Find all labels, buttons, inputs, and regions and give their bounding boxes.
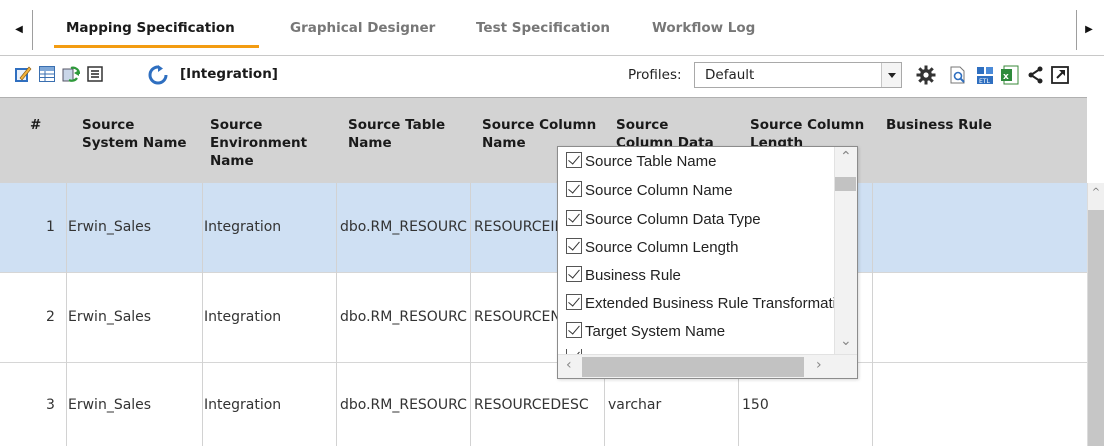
column-option-source-column-data-type[interactable]: Source Column Data Type bbox=[566, 210, 761, 231]
profiles-label: Profiles: bbox=[628, 67, 682, 83]
column-chooser-vscroll-thumb[interactable] bbox=[835, 177, 856, 191]
svg-text:ETL: ETL bbox=[979, 78, 990, 85]
scroll-right-icon[interactable]: › bbox=[816, 357, 822, 373]
column-option-source-column-name[interactable]: Source Column Name bbox=[566, 181, 733, 202]
tab-workflow-log[interactable]: Workflow Log bbox=[652, 20, 755, 36]
tab-scroll-right-icon[interactable]: ▶ bbox=[1082, 22, 1096, 38]
column-divider bbox=[872, 183, 873, 446]
toolbar: [Integration] Profiles: Default ETL x bbox=[0, 57, 1104, 97]
checkbox[interactable] bbox=[566, 181, 582, 198]
grid-scrollbar-thumb[interactable] bbox=[1088, 210, 1104, 446]
column-header-source-table-name[interactable]: Source Table Name bbox=[348, 116, 458, 152]
sync-icon[interactable] bbox=[62, 65, 80, 83]
column-chooser-hscroll-thumb[interactable] bbox=[582, 357, 804, 377]
column-divider bbox=[66, 183, 67, 446]
source-column-data-type-cell[interactable]: varchar bbox=[608, 397, 732, 413]
column-header-business-rule[interactable]: Business Rule bbox=[886, 116, 992, 134]
tab-bar: ◀ Mapping Specification Graphical Design… bbox=[0, 0, 1104, 56]
column-header-number[interactable]: # bbox=[30, 116, 41, 134]
tab-divider bbox=[32, 10, 33, 50]
share-icon[interactable] bbox=[1026, 65, 1046, 85]
etl-icon[interactable]: ETL bbox=[976, 65, 996, 85]
edit-icon[interactable] bbox=[14, 65, 32, 83]
row-number: 2 bbox=[46, 309, 55, 325]
scroll-up-icon[interactable]: ⌃ bbox=[840, 149, 852, 165]
scroll-left-icon[interactable]: ‹ bbox=[566, 357, 572, 373]
source-table-name-cell[interactable]: dbo.RM_RESOURC bbox=[340, 219, 472, 235]
checkbox[interactable] bbox=[566, 322, 582, 339]
column-header-source-system-name[interactable]: Source System Name bbox=[82, 116, 194, 152]
column-option-label: Extended Business Rule Transformatic bbox=[585, 295, 844, 312]
column-option-label: Source Table Name bbox=[585, 153, 717, 170]
source-table-name-cell[interactable]: dbo.RM_RESOURC bbox=[340, 397, 472, 413]
column-divider bbox=[470, 183, 471, 446]
source-system-name-cell[interactable]: Erwin_Sales bbox=[68, 309, 194, 325]
column-option-extended-business-rule[interactable]: Extended Business Rule Transformatic bbox=[566, 294, 844, 315]
column-divider bbox=[336, 183, 337, 446]
profiles-select[interactable]: Default bbox=[694, 62, 902, 88]
table-header: # Source System Name Source Environment … bbox=[0, 97, 1087, 183]
checkbox[interactable] bbox=[566, 266, 582, 283]
scroll-down-icon[interactable]: ⌄ bbox=[840, 333, 852, 349]
column-option-label: Business Rule bbox=[585, 267, 681, 284]
source-environment-name-cell[interactable]: Integration bbox=[204, 309, 330, 325]
checkbox[interactable] bbox=[566, 152, 582, 169]
tab-mapping-specification[interactable]: Mapping Specification bbox=[66, 20, 235, 36]
source-system-name-cell[interactable]: Erwin_Sales bbox=[68, 397, 194, 413]
tab-graphical-designer[interactable]: Graphical Designer bbox=[290, 20, 435, 36]
scope-label: [Integration] bbox=[180, 66, 278, 82]
row-number: 3 bbox=[46, 397, 55, 413]
table-row[interactable]: 1 Erwin_Sales Integration dbo.RM_RESOURC… bbox=[0, 183, 1087, 273]
column-option-label: Source Column Data Type bbox=[585, 211, 761, 228]
column-header-source-environment-name[interactable]: Source Environment Name bbox=[210, 116, 310, 170]
preview-icon[interactable] bbox=[948, 65, 968, 85]
column-option-source-table-name[interactable]: Source Table Name bbox=[566, 152, 717, 173]
source-column-length-cell[interactable]: 150 bbox=[742, 397, 866, 413]
column-option-source-column-length[interactable]: Source Column Length bbox=[566, 238, 739, 259]
tab-scroll-left-icon[interactable]: ◀ bbox=[12, 22, 26, 38]
column-option-label: Source Column Length bbox=[585, 239, 739, 256]
tab-divider bbox=[1076, 10, 1077, 50]
column-option-label: Source Column Name bbox=[585, 182, 733, 199]
excel-icon[interactable]: x bbox=[1000, 65, 1020, 85]
source-column-name-cell[interactable]: RESOURCEDESC bbox=[474, 397, 598, 413]
source-table-name-cell[interactable]: dbo.RM_RESOURC bbox=[340, 309, 472, 325]
checkbox[interactable] bbox=[566, 294, 582, 311]
settings-icon[interactable] bbox=[916, 65, 936, 85]
source-environment-name-cell[interactable]: Integration bbox=[204, 397, 330, 413]
checkbox[interactable] bbox=[566, 210, 582, 227]
tab-test-specification[interactable]: Test Specification bbox=[476, 20, 610, 36]
chevron-down-icon[interactable] bbox=[881, 63, 901, 87]
column-option-label: Target System Name bbox=[585, 323, 726, 340]
list-icon[interactable] bbox=[86, 65, 104, 83]
active-tab-indicator bbox=[54, 45, 259, 48]
profiles-selected-value: Default bbox=[705, 67, 755, 83]
source-environment-name-cell[interactable]: Integration bbox=[204, 219, 330, 235]
checkbox[interactable] bbox=[566, 238, 582, 255]
popout-icon[interactable] bbox=[1050, 65, 1070, 85]
svg-text:x: x bbox=[1003, 72, 1009, 82]
source-system-name-cell[interactable]: Erwin_Sales bbox=[68, 219, 194, 235]
column-chooser-popup: Source Table Name Source Column Name Sou… bbox=[557, 146, 858, 379]
refresh-icon[interactable] bbox=[148, 65, 168, 85]
table-row[interactable]: 3 Erwin_Sales Integration dbo.RM_RESOURC… bbox=[0, 363, 1087, 446]
table-row[interactable]: 2 Erwin_Sales Integration dbo.RM_RESOURC… bbox=[0, 273, 1087, 363]
row-number: 1 bbox=[46, 219, 55, 235]
column-option-target-system-name[interactable]: Target System Name bbox=[566, 322, 726, 343]
scroll-up-icon[interactable]: ^ bbox=[1088, 185, 1104, 201]
column-divider bbox=[202, 183, 203, 446]
column-option-business-rule[interactable]: Business Rule bbox=[566, 266, 681, 287]
grid-icon[interactable] bbox=[38, 65, 56, 83]
